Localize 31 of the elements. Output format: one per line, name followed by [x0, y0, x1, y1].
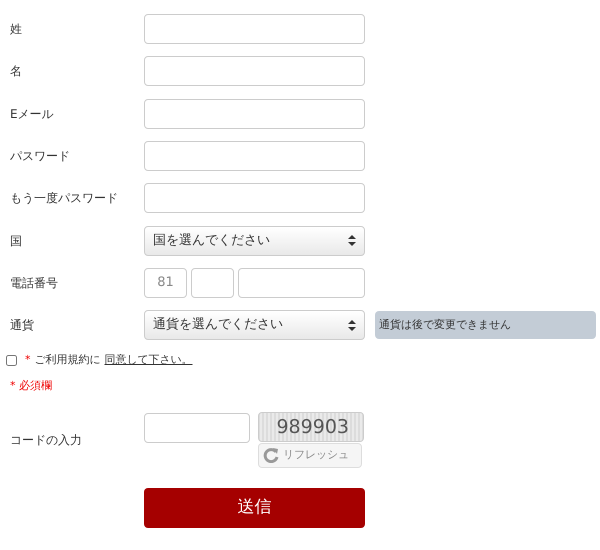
info-note: 通貨は後で変更できません [375, 311, 596, 340]
text-field[interactable] [144, 56, 365, 86]
field-label: パスワード [9, 148, 71, 166]
password-field[interactable] [144, 141, 365, 172]
required-note: * 必須欄 [9, 378, 52, 394]
refresh-icon [263, 447, 279, 464]
select-dropdown[interactable]: 通貨を選んでください [144, 310, 365, 340]
terms-checkbox[interactable] [6, 354, 17, 366]
terms-link[interactable]: 同意して下さい。 [104, 352, 192, 369]
required-mark: * [25, 352, 30, 368]
field-label: Eメール [9, 106, 55, 123]
submit-button[interactable]: 送信 [144, 488, 365, 528]
code-field[interactable] [144, 412, 250, 443]
field-label: もう一度パスワード [9, 190, 119, 208]
field-label: 国 [9, 232, 23, 250]
text-field[interactable] [144, 14, 365, 44]
sort-arrows-icon [348, 320, 356, 331]
field-label: 通貨 [9, 317, 35, 334]
select-dropdown[interactable]: 国を選んでください [144, 226, 365, 256]
phone-field[interactable] [238, 268, 365, 298]
sort-arrows-icon [348, 235, 356, 246]
field-label: コードの入力 [9, 432, 83, 449]
field-label: 名 [9, 63, 23, 80]
phone-field[interactable]: 81 [144, 268, 187, 298]
phone-field[interactable] [191, 268, 234, 298]
captcha-code: 989903 [258, 412, 364, 442]
text-field[interactable] [144, 98, 365, 129]
field-label: 姓 [9, 21, 23, 38]
field-label: 電話番号 [9, 274, 59, 292]
terms-text: ご利用規約に [34, 352, 100, 368]
password-field[interactable] [144, 183, 365, 214]
